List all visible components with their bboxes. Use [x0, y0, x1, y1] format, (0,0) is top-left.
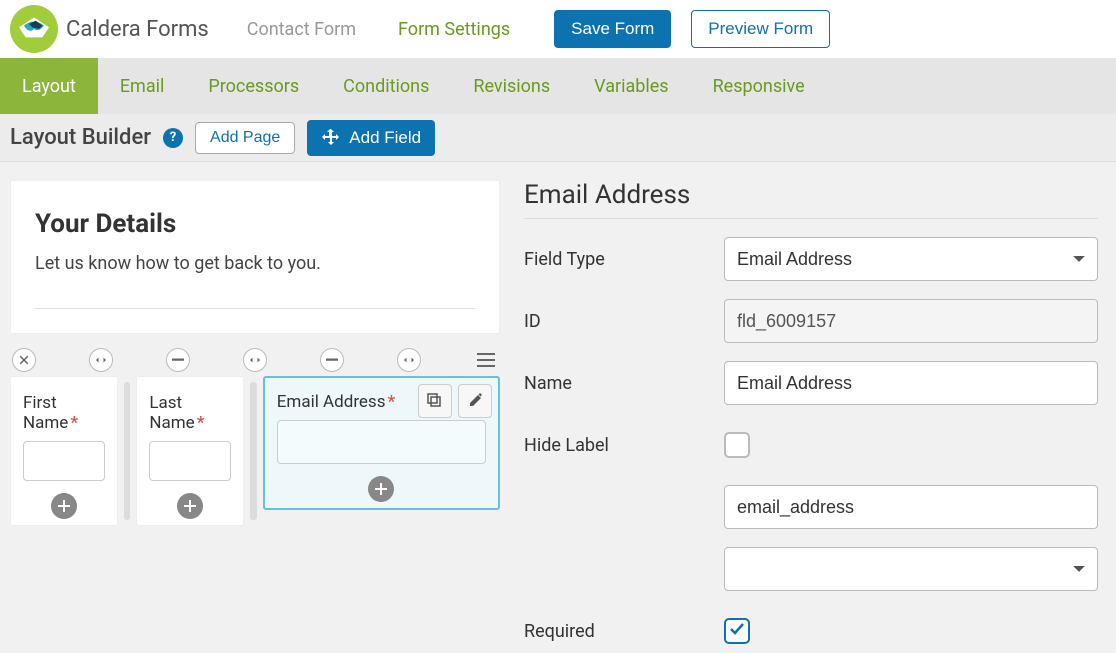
nav-email[interactable]: Email	[98, 58, 187, 114]
column-divider[interactable]	[250, 382, 257, 520]
field-extra-select[interactable]	[724, 547, 1098, 591]
nav-variables[interactable]: Variables	[572, 58, 690, 114]
settings-title: Email Address	[524, 180, 1098, 219]
label-id: ID	[524, 311, 714, 332]
field-slug-input[interactable]	[724, 485, 1098, 529]
sub-nav: Layout Email Processors Conditions Revis…	[0, 58, 1116, 114]
split-col-2-icon[interactable]	[243, 348, 267, 372]
field-label: First Name*	[23, 393, 105, 433]
add-field-below-icon[interactable]	[368, 476, 394, 502]
edit-field-icon[interactable]	[458, 384, 492, 418]
caldera-logo-icon	[10, 5, 58, 53]
add-field-below-icon[interactable]	[177, 493, 203, 519]
brand: Caldera Forms	[10, 5, 223, 53]
section-heading: Your Details	[35, 209, 475, 239]
collapse-col-1-icon[interactable]	[166, 348, 190, 372]
add-field-button[interactable]: Add Field	[307, 120, 435, 156]
section-subtext: Let us know how to get back to you.	[35, 253, 475, 274]
label-name: Name	[524, 373, 714, 394]
field-row: First Name* Last Name*	[10, 376, 500, 526]
top-bar: Caldera Forms Contact Form Form Settings…	[0, 0, 1116, 58]
field-settings-panel: Email Address Field Type ID Name Hide L	[524, 180, 1106, 653]
label-required: Required	[524, 621, 714, 642]
split-col-1-icon[interactable]	[89, 348, 113, 372]
tab-form-settings[interactable]: Form Settings	[380, 0, 528, 58]
brand-text: Caldera Forms	[66, 17, 209, 42]
field-name-input[interactable]	[724, 361, 1098, 405]
nav-conditions[interactable]: Conditions	[321, 58, 451, 114]
nav-processors[interactable]: Processors	[186, 58, 321, 114]
required-checkbox[interactable]	[724, 618, 750, 644]
nav-responsive[interactable]: Responsive	[691, 58, 827, 114]
field-last-name[interactable]: Last Name*	[136, 376, 244, 526]
field-placeholder-input	[277, 420, 486, 464]
field-email-address[interactable]: Email Address*	[263, 376, 500, 510]
nav-layout[interactable]: Layout	[0, 58, 98, 114]
remove-row-icon[interactable]	[12, 348, 36, 372]
field-placeholder-input	[149, 441, 231, 481]
field-label: Last Name*	[149, 393, 231, 433]
label-field-type: Field Type	[524, 249, 714, 270]
split-col-3-icon[interactable]	[397, 348, 421, 372]
field-type-select[interactable]	[724, 237, 1098, 281]
form-canvas: Your Details Let us know how to get back…	[10, 180, 500, 653]
field-id-input	[724, 299, 1098, 343]
field-first-name[interactable]: First Name*	[10, 376, 118, 526]
collapse-col-2-icon[interactable]	[320, 348, 344, 372]
row-menu-icon[interactable]	[474, 348, 498, 372]
move-icon	[321, 128, 341, 148]
layout-toolbar: Layout Builder ? Add Page Add Field	[0, 114, 1116, 162]
label-hide-label: Hide Label	[524, 435, 714, 456]
hide-label-checkbox[interactable]: ✓	[724, 432, 750, 458]
add-field-below-icon[interactable]	[51, 493, 77, 519]
help-icon[interactable]: ?	[163, 128, 183, 148]
layout-builder-title: Layout Builder	[10, 125, 151, 150]
nav-revisions[interactable]: Revisions	[451, 58, 572, 114]
add-page-button[interactable]: Add Page	[195, 122, 295, 154]
section-header-block: Your Details Let us know how to get back…	[10, 180, 500, 334]
save-form-button[interactable]: Save Form	[554, 10, 671, 48]
field-placeholder-input	[23, 441, 105, 481]
duplicate-field-icon[interactable]	[418, 384, 452, 418]
tab-contact-form[interactable]: Contact Form	[229, 0, 374, 58]
add-field-label: Add Field	[349, 128, 421, 148]
preview-form-button[interactable]: Preview Form	[691, 10, 830, 48]
row-controls	[10, 348, 500, 372]
column-divider[interactable]	[124, 382, 131, 520]
main-area: Your Details Let us know how to get back…	[0, 162, 1116, 653]
